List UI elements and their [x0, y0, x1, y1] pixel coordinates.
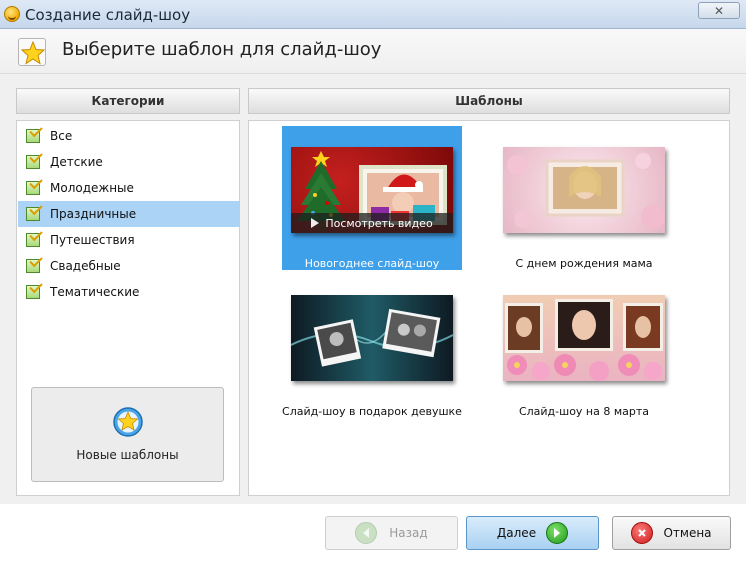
template-thumbnail [503, 147, 665, 233]
back-button[interactable]: Назад [325, 516, 458, 550]
checklist-icon [26, 233, 40, 247]
play-icon [311, 218, 320, 228]
template-label: Слайд-шоу в подарок девушке [282, 405, 462, 418]
new-templates-star-icon [113, 407, 143, 437]
cancel-label: Отмена [663, 526, 712, 540]
template-card-new-year[interactable]: Посмотреть видео Новогоднее слайд-шоу [282, 126, 462, 270]
new-templates-button[interactable]: Новые шаблоны [31, 387, 224, 482]
template-card-birthday-mom[interactable]: С днем рождения мама [494, 126, 674, 270]
wizard-header: Выберите шаблон для слайд-шоу [0, 29, 746, 74]
women-photos-thumbnail [505, 299, 663, 381]
template-label: С днем рождения мама [515, 257, 653, 270]
category-item-all[interactable]: Все [18, 123, 240, 149]
template-thumbnail [503, 295, 665, 381]
category-item-themed[interactable]: Тематические [18, 279, 240, 305]
category-label: Свадебные [50, 259, 121, 273]
category-label: Детские [50, 155, 103, 169]
template-thumbnail: Посмотреть видео [291, 147, 453, 233]
checklist-icon [26, 285, 40, 299]
next-arrow-icon [546, 522, 569, 544]
checklist-icon [26, 259, 40, 273]
category-item-youth[interactable]: Молодежные [18, 175, 240, 201]
window-titlebar: Создание слайд-шоу ✕ [0, 0, 746, 29]
templates-grid: Посмотреть видео Новогоднее слайд-шоу С … [248, 120, 730, 496]
photos-thumbnail [291, 308, 453, 367]
checklist-icon [26, 207, 40, 221]
template-card-march-8[interactable]: Слайд-шоу на 8 марта [494, 274, 674, 418]
watch-video-button[interactable]: Посмотреть видео [291, 213, 453, 233]
app-smiley-icon [4, 6, 20, 22]
window-title: Создание слайд-шоу [25, 6, 191, 24]
cancel-button[interactable]: Отмена [612, 516, 731, 550]
back-label: Назад [389, 526, 428, 540]
checklist-icon [26, 155, 40, 169]
category-label: Путешествия [50, 233, 135, 247]
page-title: Выберите шаблон для слайд-шоу [62, 39, 382, 60]
watch-video-label: Посмотреть видео [325, 216, 433, 230]
next-label: Далее [496, 526, 537, 540]
category-item-travel[interactable]: Путешествия [18, 227, 240, 253]
new-templates-label: Новые шаблоны [76, 448, 179, 462]
checklist-icon [26, 181, 40, 195]
checklist-icon [26, 129, 40, 143]
template-label: Новогоднее слайд-шоу [304, 257, 440, 270]
templates-heading: Шаблоны [248, 88, 730, 114]
category-label: Праздничные [50, 207, 137, 221]
star-icon [18, 38, 46, 66]
cancel-x-icon [631, 522, 654, 544]
category-item-wedding[interactable]: Свадебные [18, 253, 240, 279]
categories-heading: Категории [16, 88, 240, 114]
next-button[interactable]: Далее [466, 516, 599, 550]
flower-frame-thumbnail [507, 153, 665, 229]
template-thumbnail [291, 295, 453, 381]
category-label: Молодежные [50, 181, 134, 195]
category-label: Тематические [50, 285, 140, 299]
window-close-button[interactable]: ✕ [698, 2, 740, 19]
template-card-gift-girlfriend[interactable]: Слайд-шоу в подарок девушке [282, 274, 462, 418]
category-item-kids[interactable]: Детские [18, 149, 240, 175]
category-label: Все [50, 129, 73, 143]
back-arrow-icon [355, 522, 378, 544]
template-label: Слайд-шоу на 8 марта [518, 405, 650, 418]
category-item-holiday[interactable]: Праздничные [18, 201, 240, 227]
